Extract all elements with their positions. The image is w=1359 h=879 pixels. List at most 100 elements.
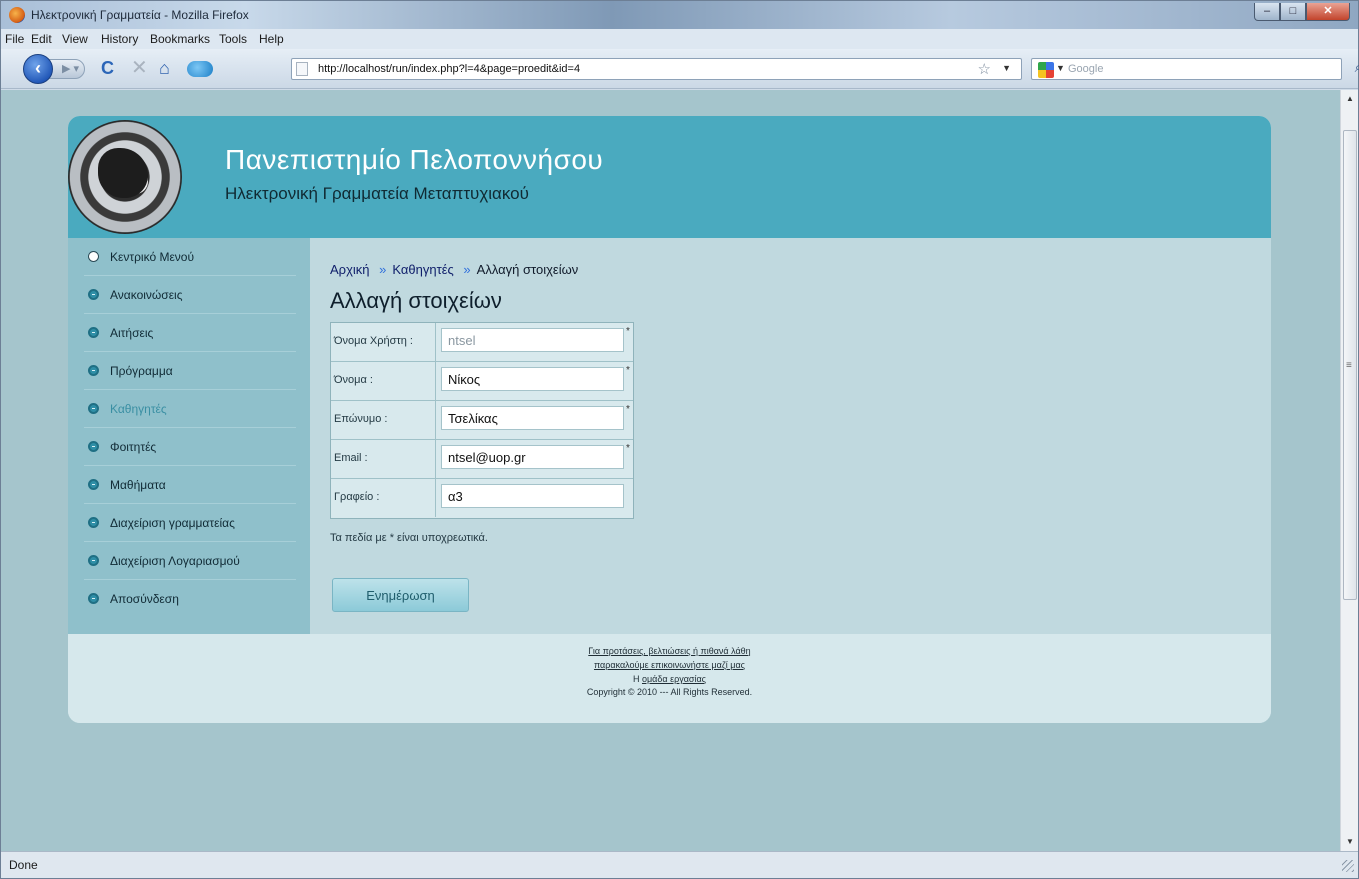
sidebar-item-logout[interactable]: Αποσύνδεση xyxy=(84,580,296,618)
breadcrumb-separator: » xyxy=(379,262,387,277)
search-engine-dropdown-icon[interactable]: ▼ xyxy=(1056,63,1065,73)
page-icon xyxy=(296,62,308,76)
sidebar-item-label: Φοιτητές xyxy=(110,440,157,454)
username-label: Όνομα Χρήστη : xyxy=(331,323,436,361)
scroll-up-arrow-icon[interactable]: ▲ xyxy=(1341,90,1358,108)
menu-history[interactable]: History xyxy=(101,32,138,46)
breadcrumb: Αρχική » Καθηγητές » Αλλαγή στοιχείων xyxy=(330,262,584,277)
sidebar-item-label: Μαθήματα xyxy=(110,478,166,492)
search-input[interactable]: Google xyxy=(1068,63,1103,75)
menu-file[interactable]: File xyxy=(5,32,24,46)
sidebar-item-announcements[interactable]: Ανακοινώσεις xyxy=(84,276,296,314)
title-bar: Ηλεκτρονική Γραμματεία - Mozilla Firefox… xyxy=(1,1,1358,29)
breadcrumb-separator: » xyxy=(463,262,471,277)
form-row-username: Όνομα Χρήστη : * xyxy=(331,323,633,362)
footer-contact-link-line1[interactable]: Για προτάσεις, βελτιώσεις ή πιθανά λάθη xyxy=(68,646,1271,656)
breadcrumb-professors-link[interactable]: Καθηγητές xyxy=(392,262,453,277)
reload-icon[interactable]: C xyxy=(101,58,114,78)
google-icon[interactable] xyxy=(1038,62,1054,78)
first-name-label: Όνομα : xyxy=(331,362,436,400)
menu-help[interactable]: Help xyxy=(259,32,284,46)
bullet-icon xyxy=(88,555,99,566)
maximize-button[interactable]: □ xyxy=(1280,3,1306,21)
breadcrumb-home-link[interactable]: Αρχική xyxy=(330,262,370,277)
window-controls: – □ ✕ xyxy=(1254,3,1350,21)
home-icon[interactable]: ⌂ xyxy=(159,58,170,78)
edit-form: Όνομα Χρήστη : * Όνομα : * Επώνυμο : * xyxy=(330,322,634,519)
sidebar-item-label: Καθηγητές xyxy=(110,402,167,416)
menu-tools[interactable]: Tools xyxy=(219,32,247,46)
circle-bullet-icon xyxy=(88,251,99,262)
footer-copyright: Copyright © 2010 --- All Rights Reserved… xyxy=(586,687,753,697)
menu-view[interactable]: View xyxy=(62,32,88,46)
close-button[interactable]: ✕ xyxy=(1306,3,1350,21)
last-name-label: Επώνυμο : xyxy=(331,401,436,439)
window-title: Ηλεκτρονική Γραμματεία - Mozilla Firefox xyxy=(31,8,249,22)
scroll-down-arrow-icon[interactable]: ▼ xyxy=(1341,833,1358,851)
sidebar-item-secretariat-management[interactable]: Διαχείριση γραμματείας xyxy=(84,504,296,542)
last-name-field[interactable] xyxy=(441,406,624,430)
browser-window: Ηλεκτρονική Γραμματεία - Mozilla Firefox… xyxy=(0,0,1359,879)
sidebar-item-label: Ανακοινώσεις xyxy=(110,288,183,302)
search-icon[interactable]: ⌕ xyxy=(1355,59,1359,76)
bullet-icon xyxy=(88,403,99,414)
address-bar[interactable]: http://localhost/run/index.php?l=4&page=… xyxy=(291,58,1022,80)
sidebar-item-professors[interactable]: Καθηγητές xyxy=(84,390,296,428)
required-marker: * xyxy=(626,443,630,454)
sidebar-item-students[interactable]: Φοιτητές xyxy=(84,428,296,466)
main-content: Αρχική » Καθηγητές » Αλλαγή στοιχείων Αλλα… xyxy=(310,238,1271,634)
chat-icon[interactable] xyxy=(187,61,213,77)
stop-icon[interactable]: ✕ xyxy=(131,58,148,78)
office-field[interactable] xyxy=(441,484,624,508)
university-logo xyxy=(68,120,182,234)
status-text: Done xyxy=(9,858,38,872)
sidebar-item-courses[interactable]: Μαθήματα xyxy=(84,466,296,504)
sidebar-item-account-management[interactable]: Διαχείριση Λογαριασμού xyxy=(84,542,296,580)
office-label: Γραφείο : xyxy=(331,479,436,517)
menu-edit[interactable]: Edit xyxy=(31,32,52,46)
bookmark-star-icon[interactable]: ☆ xyxy=(978,60,991,78)
required-fields-note: Τα πεδία με * είναι υποχρεωτικά. xyxy=(330,532,488,544)
url-text[interactable]: http://localhost/run/index.php?l=4&page=… xyxy=(318,63,580,75)
footer-contact-link-line2[interactable]: παρακαλούμε επικοινωνήστε μαζί μας xyxy=(68,660,1271,670)
forward-icon[interactable]: ▶ ▾ xyxy=(49,59,85,79)
menu-bar: File Edit View History Bookmarks Tools H… xyxy=(1,29,1358,49)
footer-team-link[interactable]: ομάδα εργασίας xyxy=(642,674,706,684)
back-icon[interactable]: ‹ xyxy=(23,54,53,84)
update-button[interactable]: Ενημέρωση xyxy=(332,578,469,612)
search-bar[interactable]: ▼ Google ⌕ xyxy=(1031,58,1359,80)
resize-grip-icon[interactable] xyxy=(1342,860,1354,872)
site-subtitle: Ηλεκτρονική Γραμματεία Μεταπτυχιακού xyxy=(225,184,529,203)
vertical-scrollbar[interactable]: ▲ ≡ ▼ xyxy=(1340,90,1358,851)
status-bar: Done xyxy=(1,851,1358,878)
sidebar-item-label: Αιτήσεις xyxy=(110,326,154,340)
sidebar-item-label: Διαχείριση Λογαριασμού xyxy=(110,554,240,568)
bullet-icon xyxy=(88,479,99,490)
firefox-icon xyxy=(9,7,25,23)
required-marker: * xyxy=(626,365,630,376)
sidebar-item-main-menu[interactable]: Κεντρικό Μενού xyxy=(84,238,296,276)
email-field[interactable] xyxy=(441,445,624,469)
bullet-icon xyxy=(88,441,99,452)
site-title: Πανεπιστημίο Πελοποννήσου xyxy=(225,144,604,175)
bullet-icon xyxy=(88,365,99,376)
site-footer: Για προτάσεις, βελτιώσεις ή πιθανά λάθη … xyxy=(68,634,1271,723)
breadcrumb-current: Αλλαγή στοιχείων xyxy=(476,262,579,277)
username-field[interactable] xyxy=(441,328,624,352)
footer-team-prefix: Η xyxy=(632,674,640,684)
menu-bookmarks[interactable]: Bookmarks xyxy=(150,32,210,46)
sidebar-item-schedule[interactable]: Πρόγραμμα xyxy=(84,352,296,390)
form-row-email: Email : * xyxy=(331,440,633,479)
url-dropdown-icon[interactable]: ▼ xyxy=(1002,63,1011,73)
scrollbar-grip-icon: ≡ xyxy=(1346,360,1352,371)
required-marker: * xyxy=(626,404,630,415)
first-name-field[interactable] xyxy=(441,367,624,391)
minimize-button[interactable]: – xyxy=(1254,3,1280,21)
sidebar-item-label: Διαχείριση γραμματείας xyxy=(110,516,235,530)
sidebar-item-applications[interactable]: Αιτήσεις xyxy=(84,314,296,352)
form-row-office: Γραφείο : xyxy=(331,479,633,518)
site-header: Πανεπιστημίο Πελοποννήσου Ηλεκτρονική Γρ… xyxy=(68,116,1271,238)
page-viewport: Πανεπιστημίο Πελοποννήσου Ηλεκτρονική Γρ… xyxy=(1,90,1358,851)
form-row-first-name: Όνομα : * xyxy=(331,362,633,401)
required-marker: * xyxy=(626,326,630,337)
